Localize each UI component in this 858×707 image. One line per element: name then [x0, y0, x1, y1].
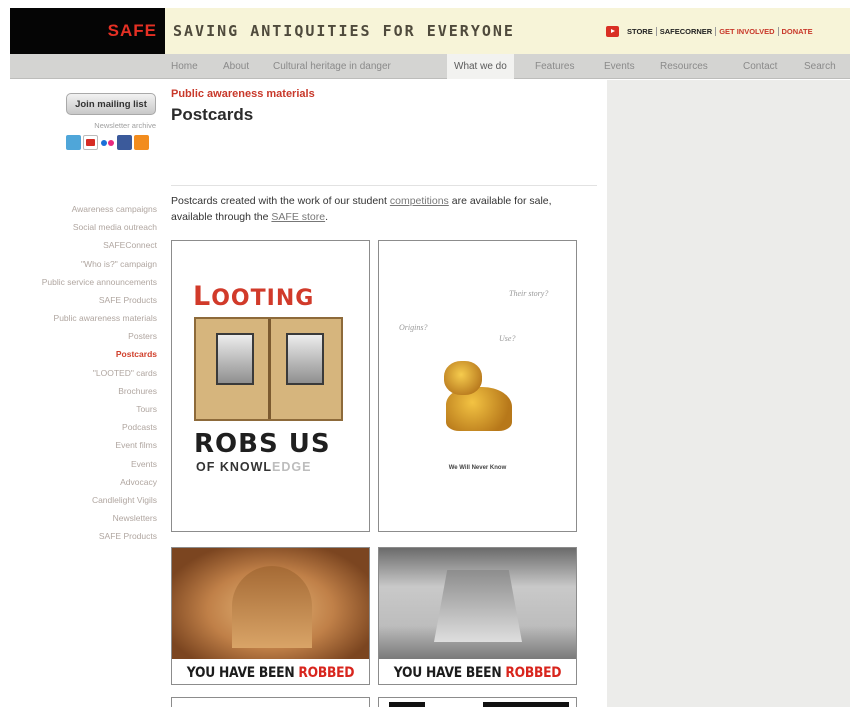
main-content: Public awareness materials Postcards Pos…	[160, 80, 607, 707]
golden-lion-statue-image	[440, 361, 518, 433]
main-nav: Home About Cultural heritage in danger W…	[10, 54, 850, 79]
donate-link[interactable]: DONATE	[777, 26, 816, 36]
breadcrumb[interactable]: Public awareness materials	[171, 88, 315, 100]
safecorner-link[interactable]: SAFECORNER	[655, 26, 716, 36]
sidebar-item-awareness-campaigns[interactable]: Awareness campaigns	[10, 200, 157, 218]
site-tagline: SAVING ANTIQUITIES FOR EVERYONE	[173, 22, 515, 40]
intro-text-start: Postcards created with the work of our s…	[171, 195, 390, 207]
book-photo-right	[286, 333, 324, 385]
postcard-looting-title-initial: L	[193, 281, 212, 312]
site-logo[interactable]: SAFE	[10, 8, 165, 54]
safe-store-link[interactable]: SAFE store	[271, 211, 325, 223]
site-logo-text[interactable]: SAFE	[108, 21, 157, 41]
twitter-icon[interactable]	[66, 135, 81, 150]
sidebar-item-event-films[interactable]: Event films	[10, 436, 157, 454]
postcard-robbed-chamber-caption: YOU HAVE BEEN ROBBED	[390, 660, 565, 684]
intro-text-end: .	[325, 211, 329, 223]
facebook-icon[interactable]	[117, 135, 132, 150]
robbed-chamber-caption-red: ROBBED	[505, 665, 562, 681]
book-photo-left	[216, 333, 254, 385]
join-mailing-list-button[interactable]: Join mailing list	[66, 93, 156, 115]
youtube-icon[interactable]	[83, 135, 98, 150]
competitions-link[interactable]: competitions	[390, 195, 449, 207]
sidebar-item-posters[interactable]: Posters	[10, 327, 157, 345]
sidebar-item-who-is-campaign[interactable]: "Who is?" campaign	[10, 255, 157, 273]
newsletter-archive-link[interactable]: Newsletter archive	[58, 121, 156, 130]
sidebar-item-postcards[interactable]: Postcards	[10, 345, 157, 363]
nav-item-features[interactable]: Features	[535, 61, 574, 72]
store-link[interactable]: STORE	[624, 27, 656, 36]
postcard-word-story: Their story?	[509, 289, 549, 298]
nav-item-resources[interactable]: Resources	[660, 61, 708, 72]
sidebar-item-newsletters[interactable]: Newsletters	[10, 509, 157, 527]
nav-item-contact[interactable]: Contact	[743, 61, 777, 72]
sidebar-item-public-awareness[interactable]: Public awareness materials	[10, 309, 157, 327]
nav-item-about[interactable]: About	[223, 61, 249, 72]
sidebar-item-events[interactable]: Events	[10, 455, 157, 473]
sidebar-item-safe-products-b[interactable]: SAFE Products	[10, 527, 157, 545]
content-divider	[171, 185, 597, 186]
nav-item-events[interactable]: Events	[604, 61, 635, 72]
postcard-looting-line3-fade: EDGE	[272, 460, 312, 474]
sidebar-item-safeconnect[interactable]: SAFEConnect	[10, 236, 157, 254]
postcard-looting-line2: ROBS US	[194, 429, 331, 459]
flickr-icon[interactable]	[100, 135, 115, 150]
sidebar-item-brochures[interactable]: Brochures	[10, 382, 157, 400]
nav-item-home[interactable]: Home	[171, 61, 198, 72]
open-book-image	[194, 317, 343, 421]
postcard-robbed-chamber[interactable]: YOU HAVE BEEN ROBBED	[378, 547, 577, 685]
painted-tomb-image	[172, 548, 369, 659]
empty-chamber-image	[379, 548, 576, 659]
intro-paragraph: Postcards created with the work of our s…	[171, 193, 586, 225]
utility-links: STORE SAFECORNER GET INVOLVED DONATE	[600, 8, 850, 54]
postcard-word-origins: Origins?	[399, 323, 428, 332]
sidebar-nav: Awareness campaigns Social media outreac…	[10, 200, 157, 546]
sidebar-item-safe-products-a[interactable]: SAFE Products	[10, 291, 157, 309]
lion-head	[444, 361, 482, 395]
postcard-robbed-tomb[interactable]: YOU HAVE BEEN ROBBED	[171, 547, 370, 685]
nav-item-search[interactable]: Search	[804, 61, 836, 72]
robbed-chamber-caption-black: YOU HAVE BEEN	[393, 665, 506, 681]
postcard-partial-left[interactable]	[171, 697, 370, 707]
sidebar-item-psa[interactable]: Public service announcements	[10, 277, 157, 287]
partial-graphic-right	[483, 702, 569, 707]
nav-item-cultural-heritage[interactable]: Cultural heritage in danger	[273, 61, 391, 72]
nav-item-what-we-do[interactable]: What we do	[447, 54, 514, 79]
postcard-looting-title-rest: OOTING	[211, 286, 315, 311]
sidebar-item-podcasts[interactable]: Podcasts	[10, 418, 157, 436]
sidebar-item-tours[interactable]: Tours	[10, 400, 157, 418]
sidebar-item-looted-cards[interactable]: "LOOTED" cards	[10, 364, 157, 382]
postcard-looting-line3-dark: OF KNOWL	[196, 460, 273, 474]
partial-graphic-left	[389, 702, 425, 707]
postcard-looting[interactable]: LOOTING ROBS US OF KNOWLEDGE	[171, 240, 370, 532]
youtube-icon[interactable]	[606, 25, 619, 37]
social-icons	[66, 135, 149, 150]
rss-icon[interactable]	[134, 135, 149, 150]
postcard-looting-title: LOOTING	[193, 281, 314, 312]
robbed-tomb-caption-black: YOU HAVE BEEN	[186, 665, 299, 681]
sidebar-item-social-media[interactable]: Social media outreach	[10, 218, 157, 236]
postcard-never-know-caption: We Will Never Know	[448, 465, 507, 471]
postcard-partial-right[interactable]	[378, 697, 577, 707]
sidebar-item-candlelight-vigils[interactable]: Candlelight Vigils	[10, 491, 157, 509]
robbed-tomb-caption-red: ROBBED	[298, 665, 355, 681]
postcard-word-use: Use?	[499, 334, 516, 343]
right-column	[607, 80, 850, 707]
page-title: Postcards	[171, 105, 254, 124]
postcard-robbed-tomb-caption: YOU HAVE BEEN ROBBED	[183, 660, 358, 684]
postcard-never-know[interactable]: Their story? Origins? Use? We Will Never…	[378, 240, 577, 532]
postcard-looting-line3: OF KNOWLEDGE	[196, 460, 311, 474]
get-involved-link[interactable]: GET INVOLVED	[715, 26, 777, 36]
sidebar-item-advocacy[interactable]: Advocacy	[10, 473, 157, 491]
site-header: SAFE SAVING ANTIQUITIES FOR EVERYONE STO…	[10, 8, 850, 54]
